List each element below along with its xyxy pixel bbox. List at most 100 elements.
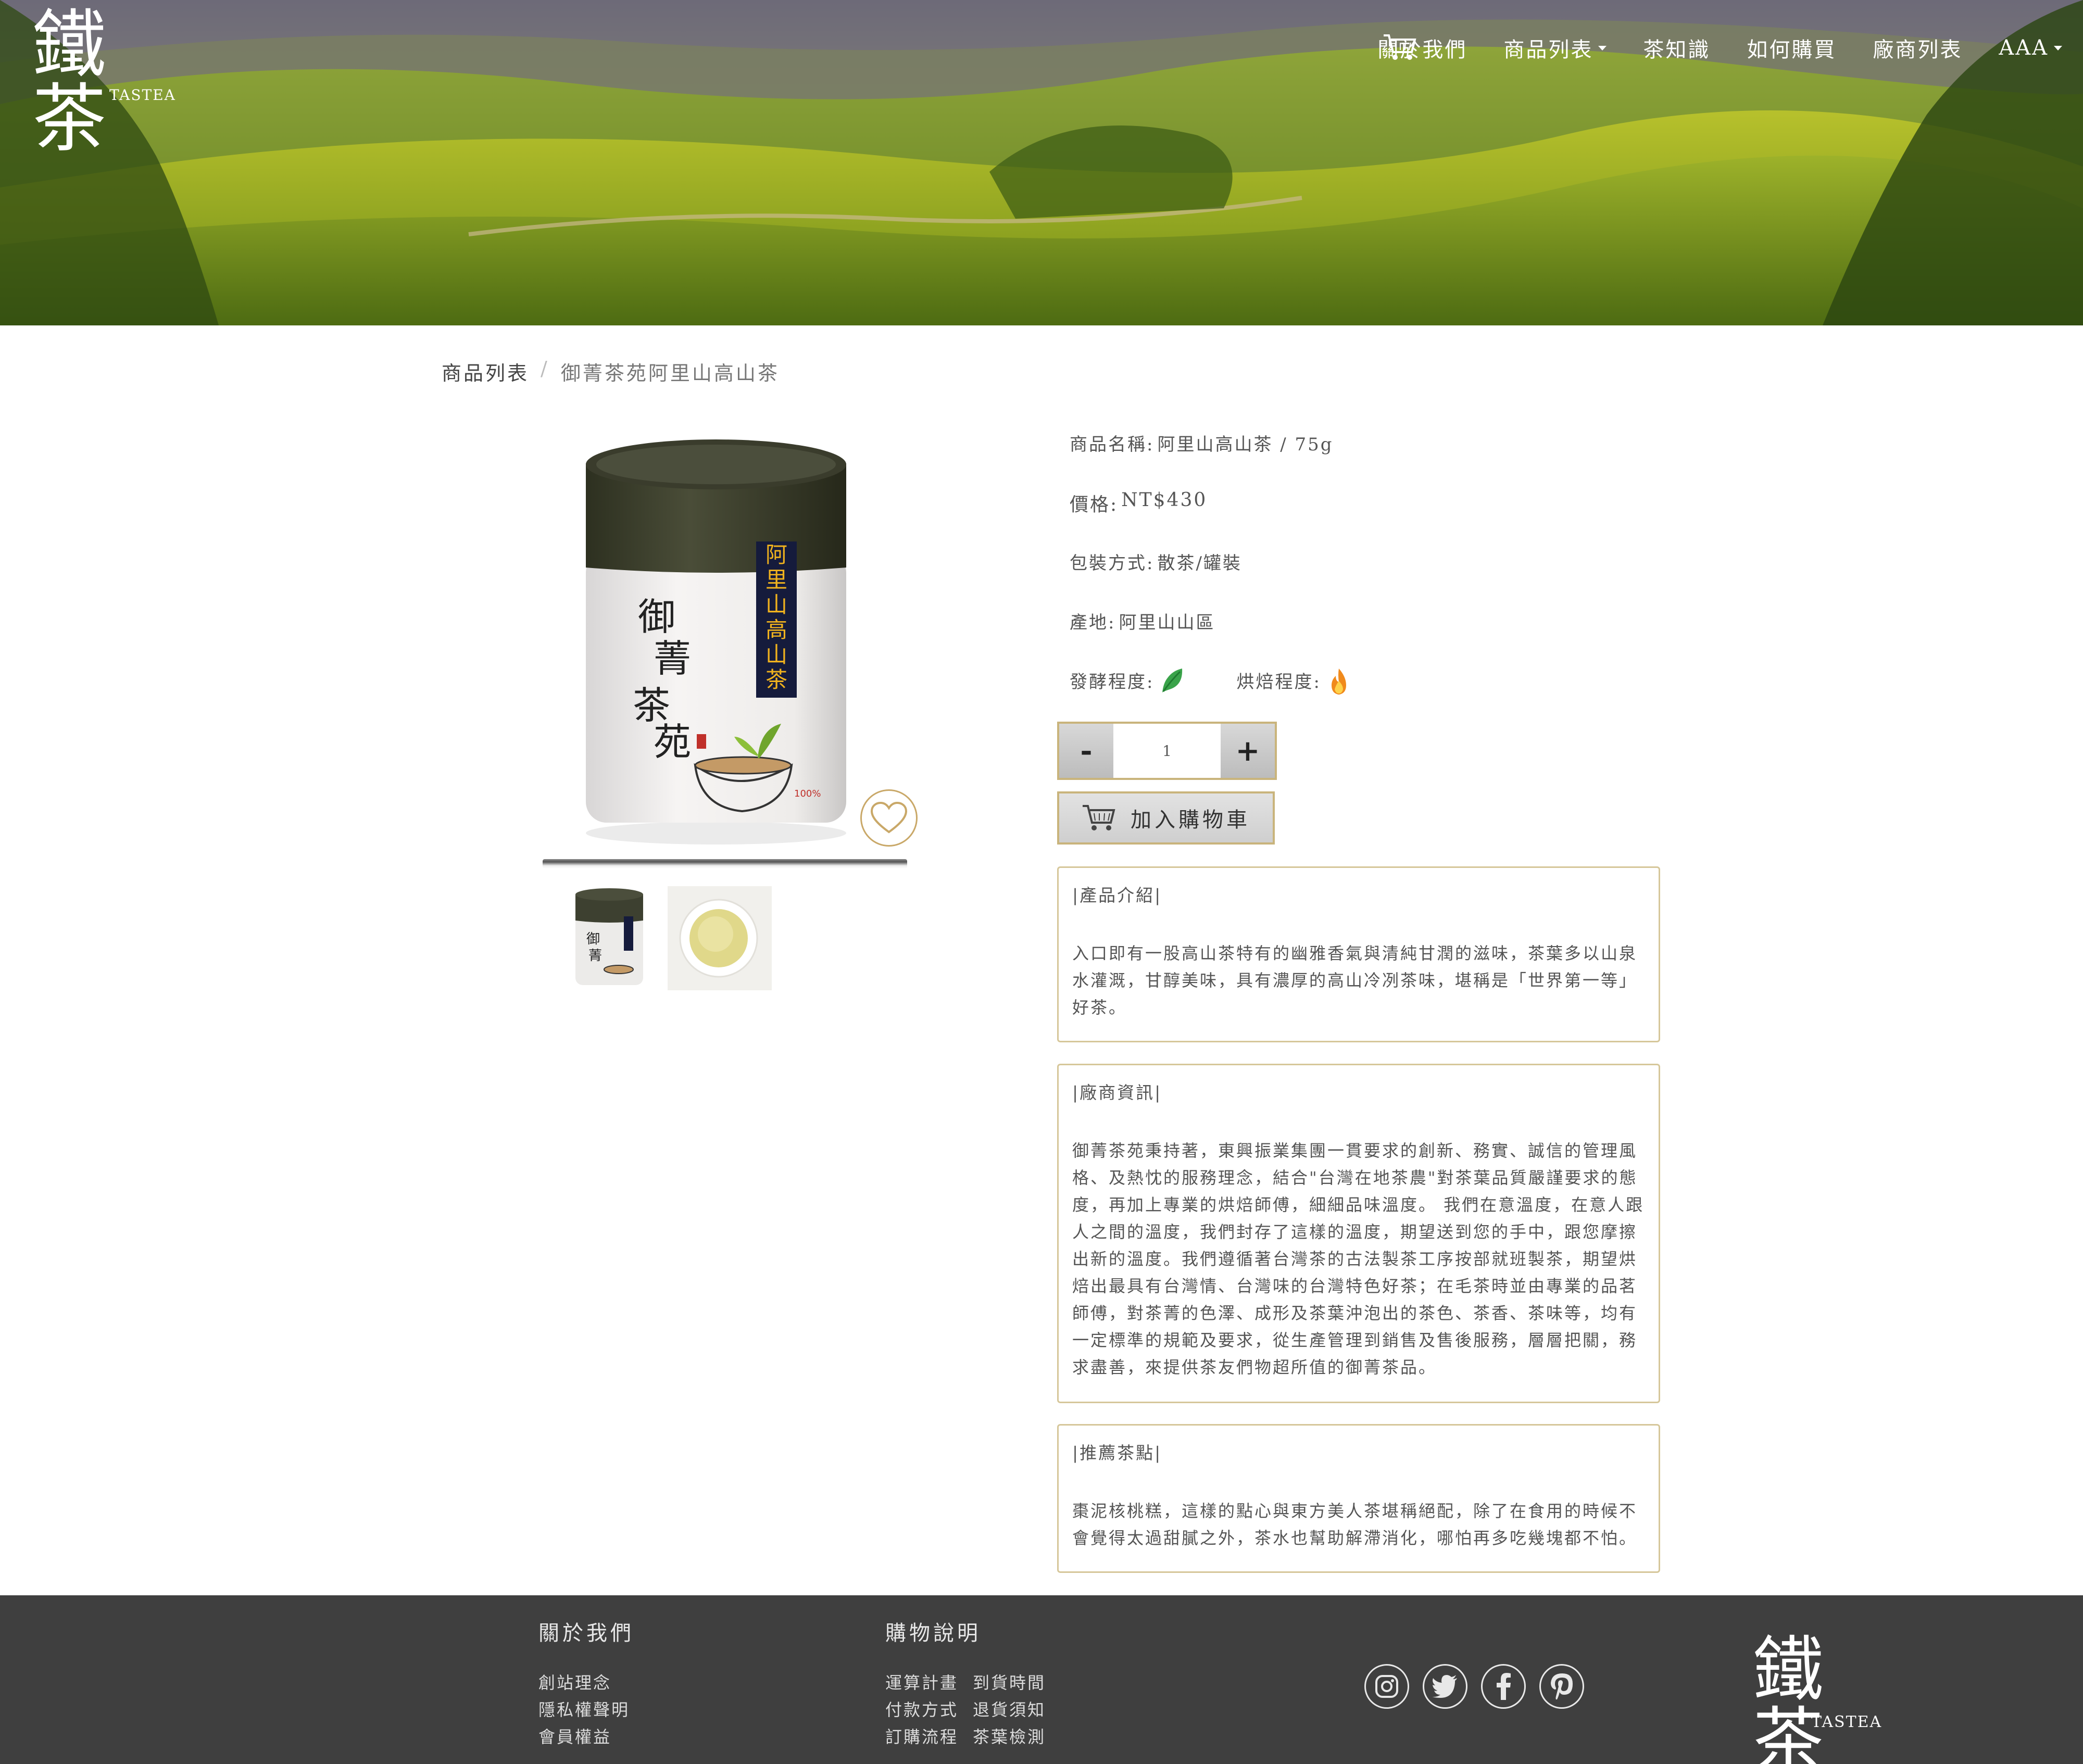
cart-icon [1083, 805, 1115, 830]
decrement-button[interactable]: - [1059, 724, 1113, 778]
product-origin-label: 產地: [1070, 612, 1116, 633]
increment-button[interactable]: + [1221, 724, 1275, 778]
pinterest-link[interactable] [1539, 1664, 1584, 1709]
breadcrumb: 商品列表 / 御菁茶苑阿里山高山茶 [442, 357, 780, 386]
chevron-down-icon [2054, 45, 2062, 51]
recommended-snack-section: |推薦茶點| 棗泥核桃糕，這樣的點心與東方美人茶堪稱絕配，除了在食用的時候不會覺… [1057, 1424, 1660, 1573]
product-intro-section: |產品介紹| 入口即有一股高山茶特有的幽雅香氣與清純甘潤的滋味，茶葉多以山泉水灌… [1057, 866, 1660, 1042]
footer-about-column: 關於我們 創站理念 隱私權聲明 會員權益 [538, 1616, 634, 1750]
footer-link-tea-inspection[interactable]: 茶葉檢測 [973, 1723, 1060, 1750]
footer-about-links: 創站理念 隱私權聲明 會員權益 [538, 1669, 634, 1750]
facebook-icon [1497, 1673, 1511, 1700]
footer-link-returns[interactable]: 退貨須知 [973, 1696, 1060, 1723]
nav-how-to-buy-label: 如何購買 [1747, 38, 1837, 62]
hero-banner: 鐵茶 TASTEA 關於我們 商品列表 茶知識 如何購買 廠商列表 AAA [0, 0, 2083, 325]
footer-link-payment[interactable]: 付款方式 [885, 1696, 973, 1723]
recommended-snack-heading: |推薦茶點| [1072, 1443, 1162, 1463]
can-brand-char: 御 [638, 595, 675, 639]
pinterest-icon [1551, 1673, 1573, 1699]
add-to-cart-button[interactable]: 加入購物車 [1057, 791, 1275, 845]
nav-products-label: 商品列表 [1503, 38, 1593, 62]
footer-logo[interactable]: 鐵茶 TASTEA [1753, 1635, 1881, 1764]
breadcrumb-products-link[interactable]: 商品列表 [442, 357, 529, 386]
nav-account[interactable]: AAA [1999, 36, 2062, 60]
breadcrumb-current: 御菁茶苑阿里山高山茶 [560, 362, 780, 385]
nav-tea-knowledge-label: 茶知識 [1643, 38, 1711, 62]
favorite-button[interactable] [860, 789, 918, 847]
footer-link-arrival[interactable]: 到貨時間 [973, 1669, 1060, 1696]
can-brand-char: 菁 [654, 637, 691, 681]
recommended-snack-text: 棗泥核桃糕，這樣的點心與東方美人茶堪稱絕配，除了在食用的時候不會覺得太過甜膩之外… [1072, 1501, 1638, 1548]
product-name-value: 阿里山高山茶 / 75g [1157, 434, 1334, 455]
nav-products[interactable]: 商品列表 [1503, 33, 1607, 63]
nav-how-to-buy[interactable]: 如何購買 [1747, 33, 1836, 63]
product-intro-heading: |產品介紹| [1072, 885, 1162, 905]
product-name-label: 商品名稱: [1070, 434, 1155, 455]
can-badge-100: 100% [794, 788, 821, 799]
add-to-cart-label: 加入購物車 [1131, 808, 1250, 832]
footer-logo-subtitle: TASTEA [1811, 1713, 1883, 1731]
vendor-info-heading: |廠商資訊| [1072, 1082, 1162, 1103]
footer-link-shipping-calc[interactable]: 運算計畫 [885, 1669, 973, 1696]
footer-shopping-title: 購物說明 [885, 1621, 981, 1645]
nav-tea-knowledge[interactable]: 茶知識 [1643, 33, 1710, 63]
product-package-label: 包裝方式: [1070, 553, 1155, 574]
thumb-brand-text: 御 [586, 931, 600, 947]
social-links [1364, 1664, 1598, 1709]
ferment-label: 發酵程度: [1070, 672, 1155, 692]
site-logo[interactable]: 鐵茶 TASTEA [32, 8, 175, 156]
footer-logo-glyph: 鐵茶 [1753, 1629, 1824, 1764]
breadcrumb-separator: / [541, 357, 549, 380]
product-package-value: 散茶/罐裝 [1157, 553, 1242, 574]
can-brand-char: 苑 [654, 720, 691, 764]
product-price-value: NT$430 [1121, 489, 1208, 511]
chevron-down-icon [1598, 45, 1607, 51]
product-package-row: 包裝方式: 散茶/罐裝 [1070, 549, 1401, 608]
can-label-char: 山 [766, 592, 787, 618]
can-label-char: 高 [766, 617, 787, 642]
footer-link-member[interactable]: 會員權益 [538, 1723, 634, 1750]
heart-icon [871, 802, 907, 834]
twitter-link[interactable] [1423, 1664, 1467, 1709]
roast-label: 烘焙程度: [1236, 672, 1321, 692]
quantity-input[interactable]: 1 [1113, 724, 1221, 778]
footer-shopping-links: 運算計畫 到貨時間 付款方式 退貨須知 訂購流程 茶葉檢測 [885, 1669, 1060, 1750]
cart-icon[interactable] [1383, 32, 1417, 62]
thumbnail-tea-can[interactable]: 御 菁 [557, 886, 661, 990]
product-name-row: 商品名稱: 阿里山高山茶 / 75g [1070, 430, 1401, 489]
product-origin-row: 產地: 阿里山山區 [1070, 608, 1401, 667]
nav-vendors[interactable]: 廠商列表 [1873, 33, 1962, 63]
vendor-info-text: 御菁茶苑秉持著，東興振業集團一貫要求的創新、務實、誠信的管理風格、及熱忱的服務理… [1072, 1141, 1645, 1377]
facebook-link[interactable] [1481, 1664, 1526, 1709]
product-price-row: 價格: NT$430 [1070, 489, 1401, 549]
thumb-brand-text: 菁 [588, 948, 602, 964]
footer-link-privacy[interactable]: 隱私權聲明 [538, 1696, 634, 1723]
quantity-stepper: - 1 + [1057, 722, 1277, 780]
instagram-link[interactable] [1364, 1664, 1409, 1709]
product-degree-row: 發酵程度: 烘焙程度: [1070, 667, 1401, 727]
product-price-label: 價格: [1070, 494, 1119, 515]
product-intro-text: 入口即有一股高山茶特有的幽雅香氣與清純甘潤的滋味，茶葉多以山泉水灌溉，甘醇美味，… [1072, 943, 1638, 1017]
product-origin-value: 阿里山山區 [1119, 612, 1215, 633]
leaf-icon [1162, 669, 1183, 692]
twitter-icon [1432, 1675, 1457, 1698]
flame-icon [1331, 669, 1346, 695]
nav-vendors-label: 廠商列表 [1873, 38, 1963, 62]
main-nav: 關於我們 商品列表 茶知識 如何購買 廠商列表 AAA [1341, 32, 2062, 64]
can-label-char: 茶 [766, 667, 787, 692]
gallery-divider [543, 859, 907, 868]
instagram-icon [1375, 1675, 1398, 1698]
can-label-char: 阿 [766, 542, 787, 568]
nav-account-label: AAA [1999, 36, 2049, 60]
product-info: 商品名稱: 阿里山高山茶 / 75g 價格: NT$430 包裝方式: 散茶/罐… [1070, 430, 1401, 727]
can-label-char: 山 [766, 642, 787, 667]
logo-subtitle: TASTEA [109, 86, 176, 104]
footer-link-order-flow[interactable]: 訂購流程 [885, 1723, 973, 1750]
footer-shopping-column: 購物說明 運算計畫 到貨時間 付款方式 退貨須知 訂購流程 茶葉檢測 [885, 1616, 1060, 1750]
logo-glyph: 鐵茶 [32, 2, 106, 162]
thumbnail-tea-cup[interactable] [668, 886, 772, 990]
footer-link-founding[interactable]: 創站理念 [538, 1669, 634, 1696]
can-label-char: 里 [766, 567, 787, 593]
footer-about-title: 關於我們 [538, 1621, 634, 1645]
vendor-info-section: |廠商資訊| 御菁茶苑秉持著，東興振業集團一貫要求的創新、務實、誠信的管理風格、… [1057, 1064, 1660, 1403]
